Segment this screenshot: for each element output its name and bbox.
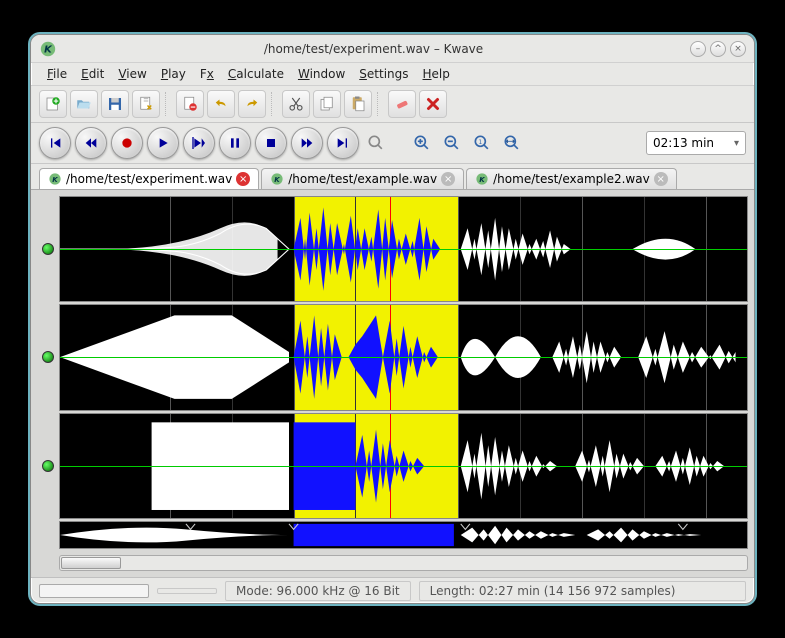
skip-end-button[interactable] [327,127,359,159]
erase-button[interactable] [388,90,416,118]
copy-button[interactable] [313,90,341,118]
new-tab-button[interactable] [39,90,67,118]
tab-label: /home/test/experiment.wav [66,172,232,186]
track-led-area[interactable] [37,413,59,519]
track-row [37,196,748,302]
pause-button[interactable] [219,127,251,159]
titlebar[interactable]: K /home/test/experiment.wav – Kwave – ^ … [31,35,754,63]
zoom-all-button[interactable] [499,130,525,156]
status-length: Length: 02:27 min (14 156 972 samples) [419,581,746,601]
svg-text:K: K [44,44,53,55]
menu-edit[interactable]: Edit [75,65,110,83]
led-icon [42,351,54,363]
svg-text:1: 1 [478,140,482,146]
waveform-canvas[interactable] [59,413,748,519]
tab-example[interactable]: K /home/test/example.wav × [261,168,464,189]
window-title: /home/test/experiment.wav – Kwave [61,42,686,56]
zoom-selection-button[interactable] [363,130,389,156]
overview-canvas[interactable] [59,521,748,549]
menu-file[interactable]: File [41,65,73,83]
workspace [31,190,754,577]
play-button[interactable] [147,127,179,159]
delete-button[interactable] [419,90,447,118]
cut-button[interactable] [282,90,310,118]
statusbar: Mode: 96.000 kHz @ 16 Bit Length: 02:27 … [31,577,754,603]
close-file-button[interactable] [176,90,204,118]
track-row [37,304,748,410]
paste-button[interactable] [344,90,372,118]
svg-text:K: K [274,176,280,184]
record-button[interactable] [111,127,143,159]
svg-text:K: K [52,176,58,184]
save-button[interactable] [101,90,129,118]
track-row [37,413,748,519]
kwave-icon: K [270,172,284,186]
zoom-1-1-button[interactable]: 1 [469,130,495,156]
status-empty-cell [157,588,217,594]
zoom-time-combo[interactable]: 02:13 min [646,131,746,155]
track-led-area[interactable] [37,196,59,302]
menubar: File Edit View Play Fx Calculate Window … [31,63,754,86]
loop-button[interactable] [183,127,215,159]
tracks-area [37,196,748,519]
menu-settings[interactable]: Settings [353,65,414,83]
close-window-button[interactable]: × [730,41,746,57]
menu-help[interactable]: Help [417,65,456,83]
tab-example2[interactable]: K /home/test/example2.wav × [466,168,677,189]
app-icon: K [39,40,57,58]
menu-fx[interactable]: Fx [194,65,220,83]
toolbar-transport: 1 02:13 min [31,123,754,164]
zoom-out-button[interactable] [439,130,465,156]
tab-experiment[interactable]: K /home/test/experiment.wav × [39,168,259,189]
track-led-area[interactable] [37,304,59,410]
menu-window[interactable]: Window [292,65,351,83]
close-tab-icon[interactable]: × [441,172,455,186]
skip-start-button[interactable] [39,127,71,159]
waveform-canvas[interactable] [59,304,748,410]
menu-view[interactable]: View [112,65,152,83]
horizontal-scrollbar[interactable] [37,555,748,571]
open-button[interactable] [70,90,98,118]
rewind-button[interactable] [75,127,107,159]
maximize-button[interactable]: ^ [710,41,726,57]
undo-button[interactable] [207,90,235,118]
tabbar: K /home/test/experiment.wav × K /home/te… [31,164,754,190]
status-mode: Mode: 96.000 kHz @ 16 Bit [225,581,411,601]
stop-button[interactable] [255,127,287,159]
main-window: K /home/test/experiment.wav – Kwave – ^ … [30,34,755,604]
minimize-button[interactable]: – [690,41,706,57]
led-icon [42,460,54,472]
forward-button[interactable] [291,127,323,159]
menu-play[interactable]: Play [155,65,192,83]
svg-text:K: K [479,176,485,184]
waveform-canvas[interactable] [59,196,748,302]
scrollbar-thumb[interactable] [61,557,121,569]
kwave-icon: K [475,172,489,186]
redo-button[interactable] [238,90,266,118]
progress-cell [39,584,149,598]
close-tab-icon[interactable]: × [236,172,250,186]
led-icon [42,243,54,255]
save-as-button[interactable] [132,90,160,118]
tab-label: /home/test/example.wav [288,172,437,186]
scrollbar-track[interactable] [59,555,748,571]
close-tab-icon[interactable]: × [654,172,668,186]
toolbar-file [31,86,754,123]
menu-calculate[interactable]: Calculate [222,65,290,83]
zoom-time-value: 02:13 min [653,136,714,150]
zoom-in-button[interactable] [409,130,435,156]
kwave-icon: K [48,172,62,186]
overview-row [37,521,748,549]
tab-label: /home/test/example2.wav [493,172,650,186]
